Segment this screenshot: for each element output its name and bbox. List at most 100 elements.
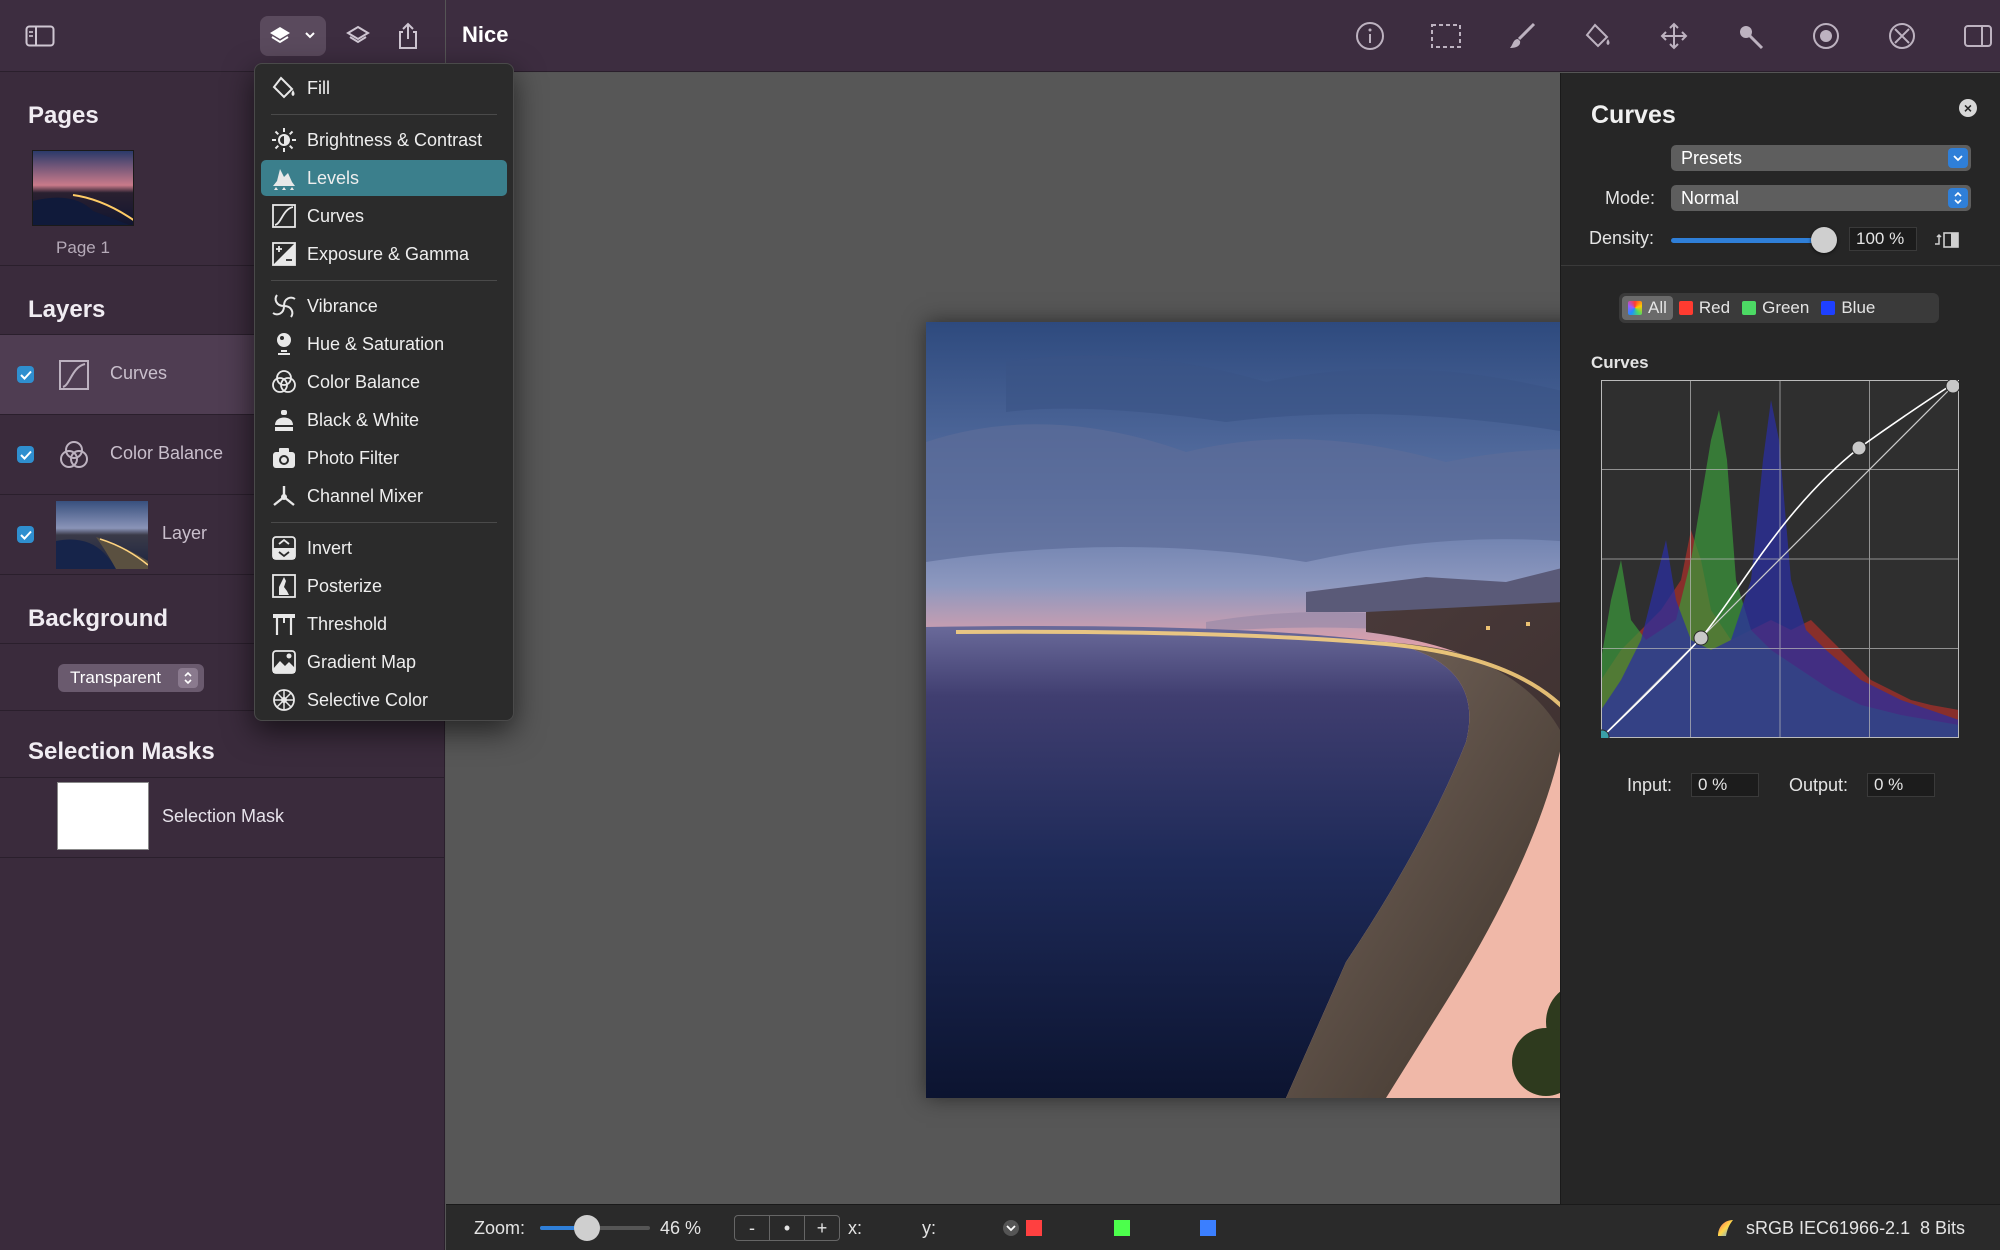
zoom-out-button[interactable]: - (735, 1216, 770, 1240)
curves-graph[interactable] (1601, 380, 1959, 738)
selective-color-icon (269, 685, 299, 715)
menu-item-color-balance[interactable]: Color Balance (261, 364, 507, 400)
density-label: Density: (1589, 228, 1655, 248)
close-icon[interactable]: × (1959, 99, 1977, 117)
curves-icon (269, 201, 299, 231)
menu-item-label: Vibrance (307, 295, 378, 316)
rect-select-icon[interactable] (1426, 16, 1466, 56)
layer-label: Curves (110, 363, 168, 383)
color-profile: sRGB IEC61966-2.1 (1746, 1218, 1911, 1238)
output-field[interactable]: 0 % (1867, 773, 1935, 797)
zoom-value: 46 % (660, 1218, 702, 1238)
density-slider[interactable] (1671, 238, 1827, 243)
updown-arrows-icon (1948, 188, 1968, 208)
divider (0, 857, 445, 858)
input-field[interactable]: 0 % (1691, 773, 1759, 797)
channel-green[interactable]: Green (1736, 296, 1815, 320)
menu-item-hue-saturation[interactable]: Hue & Saturation (261, 326, 507, 362)
menu-item-posterize[interactable]: Posterize (261, 568, 507, 604)
zoom-in-button[interactable]: + (805, 1216, 839, 1240)
menu-item-label: Invert (307, 537, 353, 558)
menu-item-invert[interactable]: Invert (261, 530, 507, 566)
zoom-slider-knob[interactable] (574, 1215, 600, 1241)
menu-separator (271, 280, 497, 281)
chevron-down-icon[interactable] (1002, 1219, 1020, 1237)
divider (1561, 265, 2000, 266)
menu-separator (271, 522, 497, 523)
exposure-icon (269, 239, 299, 269)
input-label: Input: (1627, 775, 1673, 795)
menu-item-label: Photo Filter (307, 447, 400, 468)
zoom-fit-button[interactable]: • (770, 1216, 805, 1240)
mode-value: Normal (1681, 187, 1740, 208)
camera-icon (269, 443, 299, 473)
menu-item-photo-filter[interactable]: Photo Filter (261, 440, 507, 476)
share-icon[interactable] (388, 16, 428, 56)
curve-point-white (1945, 380, 1959, 394)
presets-select[interactable]: Presets (1671, 145, 1971, 171)
density-field[interactable]: 100 % (1849, 227, 1917, 251)
menu-item-label: Brightness & Contrast (307, 129, 483, 150)
channel-label: Green (1762, 298, 1810, 317)
menu-item-label: Selective Color (307, 689, 429, 710)
invert-density-icon[interactable] (1931, 228, 1961, 252)
add-adjustment-layer-button[interactable] (260, 16, 326, 56)
color-balance-icon (269, 367, 299, 397)
vibrance-icon (269, 291, 299, 321)
page-thumbnail[interactable] (32, 150, 134, 226)
menu-item-fill[interactable]: Fill (261, 70, 507, 106)
background-title: Background (28, 605, 169, 632)
menu-item-gradient-map[interactable]: Gradient Map (261, 644, 507, 680)
posterize-icon (269, 571, 299, 601)
layer-visibility-checkbox[interactable] (17, 446, 34, 463)
channel-red[interactable]: Red (1673, 296, 1736, 320)
sidebar-toolbar (0, 0, 445, 72)
menu-item-vibrance[interactable]: Vibrance (261, 288, 507, 324)
fill-icon[interactable] (1578, 16, 1618, 56)
mask-icon[interactable] (1806, 16, 1846, 56)
selection-mask-thumbnail[interactable] (57, 782, 149, 850)
density-slider-knob[interactable] (1811, 227, 1837, 253)
menu-item-label: Posterize (307, 575, 383, 596)
magic-wand-icon[interactable] (1730, 16, 1770, 56)
menu-item-selective-color[interactable]: Selective Color (261, 682, 507, 718)
red-swatch-icon (1678, 301, 1693, 315)
menu-item-brightness-contrast[interactable]: Brightness & Contrast (261, 122, 507, 158)
brush-icon[interactable] (1502, 16, 1542, 56)
selection-mask-label: Selection Mask (162, 806, 285, 826)
channel-blue[interactable]: Blue (1815, 296, 1881, 320)
layer-visibility-checkbox[interactable] (17, 526, 34, 543)
x-coordinate-label: x: (848, 1218, 863, 1238)
inspector-toggle-icon[interactable] (1958, 16, 1998, 56)
menu-item-label: Channel Mixer (307, 485, 424, 506)
menu-item-exposure-gamma[interactable]: Exposure & Gamma (261, 236, 507, 272)
transform-icon[interactable] (1882, 16, 1922, 56)
channel-selector: All Red Green Blue (1619, 293, 1939, 323)
layers-title: Layers (28, 296, 106, 323)
background-select-value: Transparent (70, 668, 162, 687)
rgb-swatch-icon (1628, 301, 1642, 315)
info-icon[interactable] (1350, 16, 1390, 56)
layer-visibility-checkbox[interactable] (17, 366, 34, 383)
menu-item-channel-mixer[interactable]: Channel Mixer (261, 478, 507, 514)
menu-item-curves[interactable]: Curves (261, 198, 507, 234)
menu-item-threshold[interactable]: Threshold (261, 606, 507, 642)
green-channel-swatch (1114, 1220, 1130, 1236)
sun-icon (269, 125, 299, 155)
background-select[interactable]: Transparent (58, 664, 204, 692)
move-icon[interactable] (1654, 16, 1694, 56)
sidebar-toggle-icon[interactable] (20, 16, 60, 56)
layers-icon[interactable] (338, 16, 378, 56)
channel-label: Red (1698, 298, 1731, 317)
status-bar: Zoom: 46 % - • + x: y: sRGB IEC61966-2.1… (446, 1204, 2000, 1250)
output-label: Output: (1789, 775, 1849, 795)
color-balance-icon (56, 437, 92, 473)
curve-point (1851, 440, 1867, 456)
menu-item-label: Hue & Saturation (307, 333, 445, 354)
mode-select[interactable]: Normal (1671, 185, 1971, 211)
menu-item-black-white[interactable]: Black & White (261, 402, 507, 438)
menu-item-levels[interactable]: Levels (261, 160, 507, 196)
layer-label: Layer (162, 523, 208, 543)
channel-all[interactable]: All (1622, 296, 1673, 320)
canvas-area[interactable] (446, 73, 1962, 1204)
